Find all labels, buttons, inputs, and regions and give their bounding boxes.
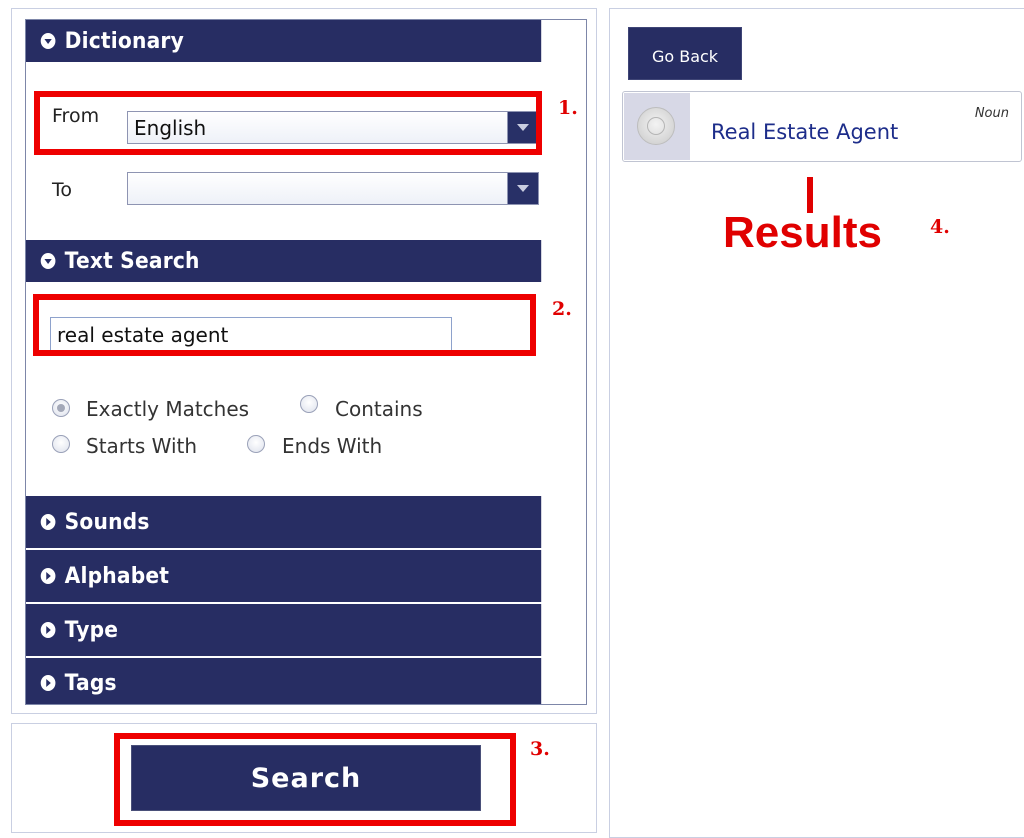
tags-header-label: Tags — [64, 671, 117, 696]
dictionary-section-header[interactable]: Dictionary — [26, 20, 542, 62]
expand-arrow-icon — [40, 568, 56, 584]
expand-arrow-icon — [40, 622, 56, 638]
annotation-box-step1 — [34, 91, 542, 155]
radio-contains[interactable] — [300, 395, 318, 413]
sounds-section-header[interactable]: Sounds — [26, 496, 542, 548]
alphabet-section-header[interactable]: Alphabet — [26, 550, 542, 602]
annotation-step3: 3. — [530, 738, 550, 760]
dropdown-arrow-icon[interactable] — [507, 173, 538, 204]
to-label: To — [52, 179, 73, 201]
radio-exactly-matches-label: Exactly Matches — [86, 397, 250, 421]
result-item[interactable]: Real Estate Agent Noun — [622, 91, 1022, 162]
type-header-label: Type — [64, 618, 119, 643]
to-language-select[interactable] — [127, 172, 539, 205]
expand-arrow-icon — [40, 514, 56, 530]
tags-section-header[interactable]: Tags — [26, 658, 542, 704]
alphabet-header-label: Alphabet — [64, 564, 170, 589]
radio-starts-with[interactable] — [52, 435, 70, 453]
radio-exactly-matches[interactable] — [52, 399, 70, 417]
result-title-link[interactable]: Real Estate Agent — [711, 120, 898, 144]
seal-icon — [637, 107, 675, 145]
go-back-button[interactable]: Go Back — [628, 27, 742, 80]
radio-ends-with-label: Ends With — [282, 434, 383, 458]
radio-contains-label: Contains — [335, 397, 423, 421]
expand-arrow-icon — [40, 675, 56, 691]
collapse-arrow-icon — [40, 33, 56, 49]
annotation-step1: 1. — [558, 97, 578, 119]
radio-starts-with-label: Starts With — [86, 434, 198, 458]
sounds-header-label: Sounds — [64, 510, 150, 535]
result-thumbnail — [624, 93, 690, 160]
annotation-box-step2 — [33, 294, 536, 356]
annotation-step2: 2. — [552, 298, 572, 320]
collapse-arrow-icon — [40, 253, 56, 269]
radio-ends-with[interactable] — [247, 435, 265, 453]
result-part-of-speech: Noun — [974, 106, 1009, 121]
annotation-results-label: Results — [723, 208, 882, 257]
text-search-header-label: Text Search — [64, 249, 200, 274]
annotation-box-step3 — [114, 733, 516, 826]
dictionary-header-label: Dictionary — [64, 29, 184, 54]
annotation-step4: 4. — [930, 216, 950, 238]
text-search-section-header[interactable]: Text Search — [26, 240, 542, 282]
type-section-header[interactable]: Type — [26, 604, 542, 656]
